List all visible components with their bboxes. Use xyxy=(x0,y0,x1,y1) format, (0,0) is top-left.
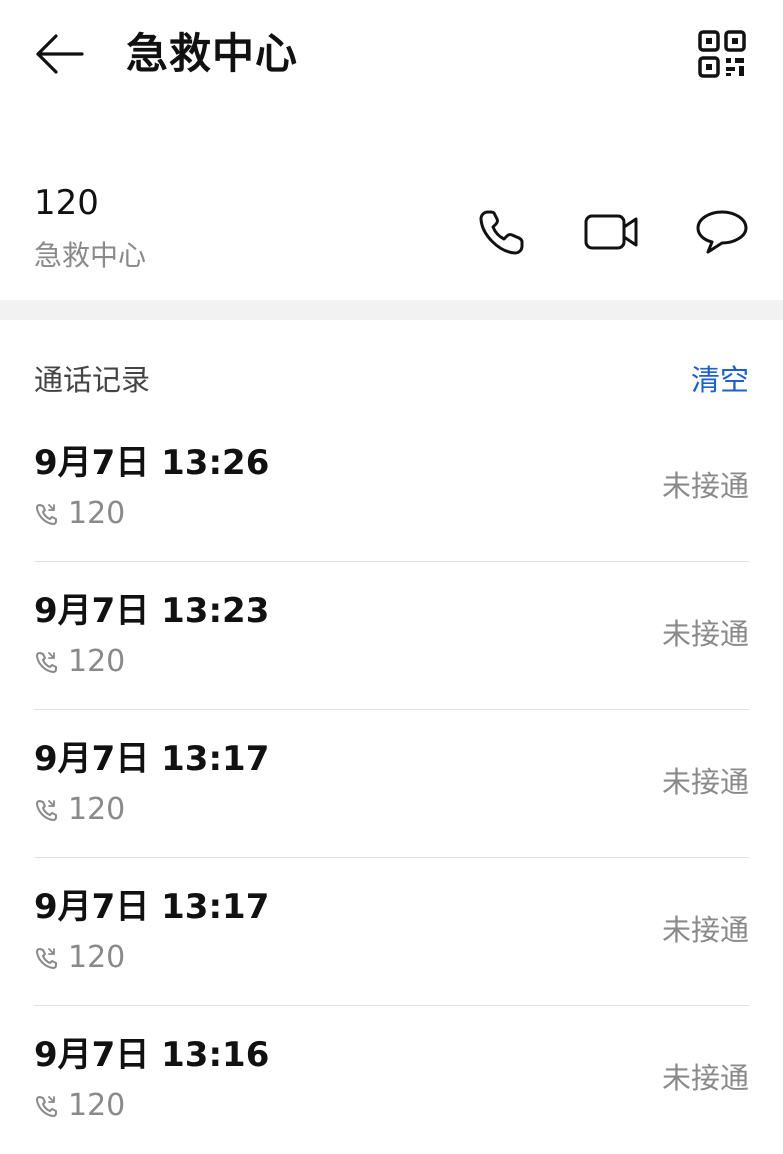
back-button[interactable] xyxy=(30,30,86,78)
phone-icon xyxy=(479,210,524,255)
contact-number: 120 xyxy=(34,183,99,223)
call-time: 9月7日 13:23 xyxy=(34,591,270,631)
call-number: 120 xyxy=(68,1088,126,1123)
call-detail: 120 xyxy=(34,496,125,532)
back-arrow-icon xyxy=(36,34,84,74)
section-divider xyxy=(0,300,783,320)
call-log-row[interactable]: 9月7日 13:16 120 未接通 xyxy=(0,1006,783,1154)
contact-name: 急救中心 xyxy=(34,239,147,272)
missed-call-icon xyxy=(36,504,57,525)
contact-card: 120 急救中心 xyxy=(0,170,783,300)
call-button[interactable] xyxy=(474,204,530,260)
message-button[interactable] xyxy=(694,204,750,260)
call-log-list: 9月7日 13:26 120 未接通 9月7日 13:23 120 未接通 9月… xyxy=(0,414,783,1154)
video-camera-icon xyxy=(584,214,638,250)
call-number: 120 xyxy=(68,940,126,975)
call-log-row[interactable]: 9月7日 13:17 120 未接通 xyxy=(0,710,783,858)
call-detail: 120 xyxy=(34,792,125,828)
call-number: 120 xyxy=(68,496,126,531)
call-number: 120 xyxy=(68,792,126,827)
call-detail: 120 xyxy=(34,644,125,680)
missed-call-icon xyxy=(36,652,57,673)
missed-call-icon xyxy=(36,948,57,969)
call-status: 未接通 xyxy=(661,913,749,947)
page-title: 急救中心 xyxy=(126,29,299,78)
qr-code-icon xyxy=(698,30,746,78)
call-detail: 120 xyxy=(34,1088,125,1124)
message-bubble-icon xyxy=(696,210,748,254)
call-log-row[interactable]: 9月7日 13:23 120 未接通 xyxy=(0,562,783,710)
call-time: 9月7日 13:17 xyxy=(34,887,270,927)
call-detail: 120 xyxy=(34,940,125,976)
missed-call-icon xyxy=(36,800,57,821)
call-status: 未接通 xyxy=(661,765,749,799)
call-time: 9月7日 13:26 xyxy=(34,443,270,483)
call-log-title: 通话记录 xyxy=(34,363,151,397)
call-status: 未接通 xyxy=(661,469,749,503)
missed-call-icon xyxy=(36,1096,57,1117)
call-number: 120 xyxy=(68,644,126,679)
call-log-header: 通话记录 清空 xyxy=(0,350,783,410)
call-status: 未接通 xyxy=(661,1061,749,1095)
call-log-row[interactable]: 9月7日 13:17 120 未接通 xyxy=(0,858,783,1006)
top-bar: 急救中心 xyxy=(0,0,783,110)
clear-button[interactable]: 清空 xyxy=(691,360,749,400)
qr-code-button[interactable] xyxy=(697,30,747,78)
call-time: 9月7日 13:16 xyxy=(34,1035,270,1075)
call-log-row[interactable]: 9月7日 13:26 120 未接通 xyxy=(0,414,783,562)
call-time: 9月7日 13:17 xyxy=(34,739,270,779)
call-status: 未接通 xyxy=(661,617,749,651)
video-call-button[interactable] xyxy=(584,204,640,260)
